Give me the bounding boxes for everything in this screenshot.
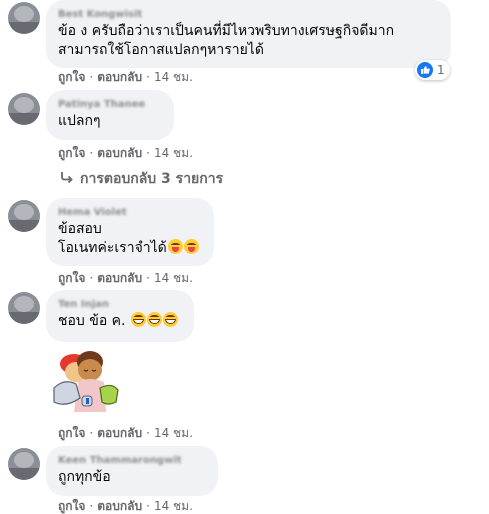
comment-bubble: Patinya Thanee แปลกๆ <box>46 90 174 140</box>
commenter-name[interactable]: Ten Injan <box>58 298 182 312</box>
like-thumb-icon <box>417 62 433 78</box>
tongue-out-emoji <box>183 239 199 254</box>
timestamp[interactable]: 14 ชม. <box>154 498 193 514</box>
commenter-name[interactable]: Best Kongwisit <box>58 8 439 22</box>
comment-bubble: Keen Thammarongwit ถูกทุกข้อ <box>46 446 218 496</box>
like-link[interactable]: ถูกใจ <box>58 425 85 441</box>
comment-bubble: Hema Violet ข้อสอบ โอเนทค่ะเราจำได้ <box>46 198 214 266</box>
reply-link[interactable]: ตอบกลับ <box>97 69 142 85</box>
avatar[interactable] <box>8 93 40 125</box>
grinning-emoji <box>130 312 146 327</box>
reply-link[interactable]: ตอบกลับ <box>97 270 142 286</box>
comment-text-line: ข้อสอบ <box>58 221 102 237</box>
comment-text-line: ชอบ ข้อ ค. <box>58 312 182 331</box>
comment-actions: ถูกใจ · ตอบกลับ · 14 ชม. <box>58 69 193 85</box>
comment-text-line: โอเนทค่ะเราจำได้ <box>58 239 202 258</box>
commenter-name[interactable]: Hema Violet <box>58 206 202 220</box>
timestamp[interactable]: 14 ชม. <box>154 425 193 441</box>
grinning-emoji <box>146 312 162 327</box>
avatar[interactable] <box>8 292 40 324</box>
comment-text-line: สามารถใช้โอกาสแปลกๆหารายได้ <box>58 42 264 58</box>
commenter-name[interactable]: Patinya Thanee <box>58 98 162 112</box>
commenter-name[interactable]: Keen Thammarongwit <box>58 454 206 468</box>
view-replies-link[interactable]: การตอบกลับ 3 รายการ <box>60 168 223 190</box>
reply-link[interactable]: ตอบกลับ <box>97 498 142 514</box>
like-link[interactable]: ถูกใจ <box>58 498 85 514</box>
reply-arrow-icon <box>60 171 74 187</box>
replies-label: การตอบกลับ 3 รายการ <box>80 171 224 187</box>
comment-actions: ถูกใจ · ตอบกลับ · 14 ชม. <box>58 425 193 441</box>
avatar[interactable] <box>8 2 40 34</box>
comment-text-line: แปลกๆ <box>58 113 101 129</box>
hug-sticker <box>46 342 126 422</box>
timestamp[interactable]: 14 ชม. <box>154 145 193 161</box>
grinning-emoji <box>162 312 178 327</box>
avatar[interactable] <box>8 200 40 232</box>
comment-actions: ถูกใจ · ตอบกลับ · 14 ชม. <box>58 145 193 161</box>
reply-link[interactable]: ตอบกลับ <box>97 425 142 441</box>
like-link[interactable]: ถูกใจ <box>58 270 85 286</box>
reaction-number: 1 <box>437 63 445 77</box>
reaction-count[interactable]: 1 <box>415 60 450 80</box>
timestamp[interactable]: 14 ชม. <box>154 69 193 85</box>
like-link[interactable]: ถูกใจ <box>58 69 85 85</box>
timestamp[interactable]: 14 ชม. <box>154 270 193 286</box>
reply-link[interactable]: ตอบกลับ <box>97 145 142 161</box>
comment-bubble: Best Kongwisit ข้อ ง ครับถือว่าเราเป็นคน… <box>46 0 451 68</box>
comment-actions: ถูกใจ · ตอบกลับ · 14 ชม. <box>58 270 193 286</box>
comment-text-line: ข้อ ง ครับถือว่าเราเป็นคนที่มีไหวพริบทาง… <box>58 23 395 39</box>
like-link[interactable]: ถูกใจ <box>58 145 85 161</box>
comment-actions: ถูกใจ · ตอบกลับ · 14 ชม. <box>58 498 193 514</box>
avatar[interactable] <box>8 448 40 480</box>
comment-bubble: Ten Injan ชอบ ข้อ ค. <box>46 290 194 342</box>
comment-text-line: ถูกทุกข้อ <box>58 469 111 485</box>
tongue-out-emoji <box>167 239 183 254</box>
